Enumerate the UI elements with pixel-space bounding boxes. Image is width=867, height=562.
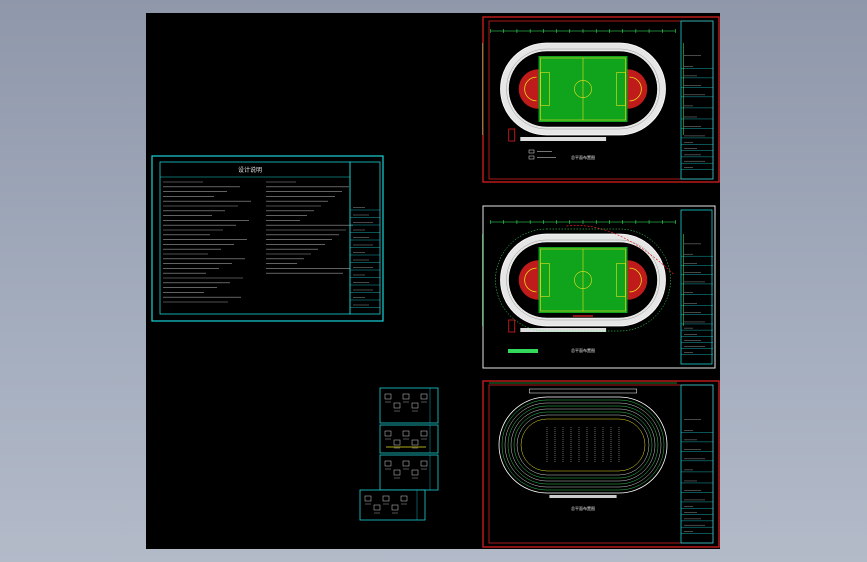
stand-block	[520, 137, 607, 141]
stand-block	[520, 328, 607, 332]
detail-sheet-1	[379, 387, 439, 424]
stand-block	[549, 495, 617, 498]
notes-title: 设计说明	[238, 166, 262, 174]
plan-3-caption: 总平面布置图	[571, 505, 595, 511]
cad-viewport[interactable]: 设计说明 总平面布置图 总平面布置图 总平面布置图	[0, 0, 867, 562]
plan-2-caption: 总平面布置图	[571, 347, 595, 353]
plan-1-caption: 总平面布置图	[571, 154, 595, 160]
plan-2-legend-mark	[508, 349, 538, 353]
detail-sheet-3	[379, 454, 439, 491]
